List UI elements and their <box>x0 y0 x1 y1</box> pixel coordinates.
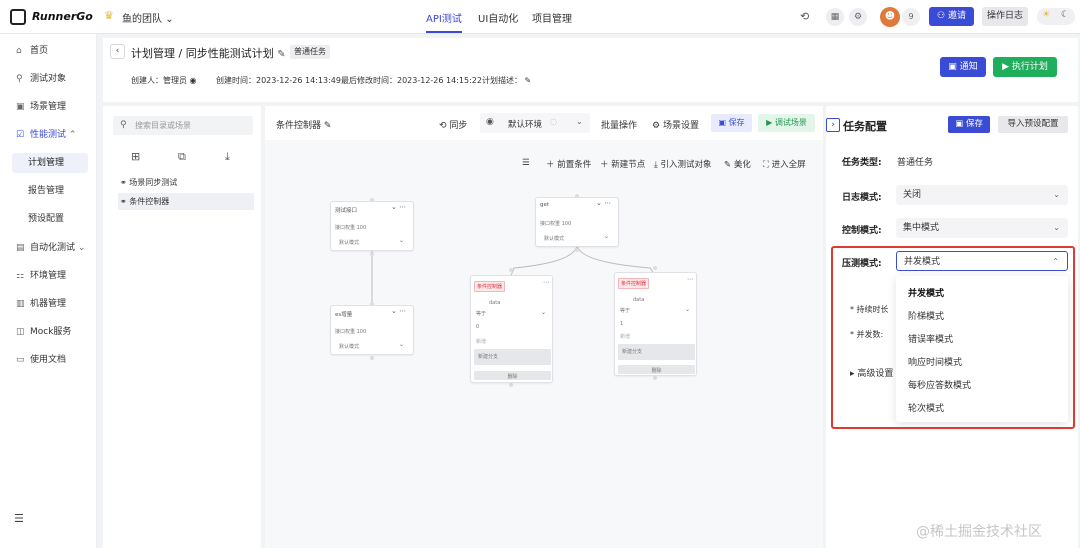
chevron-down-icon[interactable]: ⌄ ⋯ <box>391 203 406 211</box>
chevron-down-icon: ⌄ <box>1053 223 1060 232</box>
node-weight: 接口权重 100 <box>335 329 367 335</box>
save-icon: ▣ <box>955 119 964 129</box>
config-save-button[interactable]: ▣ 保存 <box>948 116 990 133</box>
condition-tag: 条件控制器 <box>474 281 506 292</box>
chevron-down-icon: ⌄ <box>399 341 405 348</box>
delete-button[interactable]: 删除 <box>618 365 695 374</box>
condition-node[interactable]: 条件控制器 ⋯ data 等于 ⌄ 1 新增 新建分支 删除 <box>614 272 697 376</box>
collapse-panel-icon[interactable]: › <box>826 118 840 132</box>
condition-var: data <box>489 300 501 306</box>
node-weight: 接口权重 100 <box>335 225 367 231</box>
node-mode[interactable]: 默认模式 <box>544 235 564 242</box>
log-mode-select[interactable]: 关闭 ⌄ <box>896 185 1068 205</box>
chevron-down-icon: ⌄ <box>1053 190 1060 199</box>
import-preset-button[interactable]: 导入预设配置 <box>998 116 1068 133</box>
panel-title: 任务配置 <box>843 120 887 133</box>
node-mode[interactable]: 默认模式 <box>339 343 359 350</box>
chevron-down-icon: ⌄ <box>541 309 547 316</box>
task-type-value: 普通任务 <box>897 158 934 168</box>
control-mode-label: 控制模式: <box>842 226 882 236</box>
new-branch-button[interactable]: 新建分支 <box>474 349 551 365</box>
delete-button[interactable]: 删除 <box>474 371 551 380</box>
node-mode[interactable]: 默认模式 <box>339 239 359 246</box>
node-title: 测试接口 <box>335 208 358 214</box>
task-type-label: 任务类型: <box>842 158 882 168</box>
condition-operator[interactable]: 等于 <box>476 310 486 317</box>
chevron-down-icon[interactable]: ⌄ ⋯ <box>596 199 611 207</box>
api-node[interactable]: es增量 ⌄ ⋯ 接口权重 100 默认模式 ⌄ <box>330 305 414 355</box>
new-branch-button[interactable]: 新建分支 <box>618 344 695 360</box>
condition-operator[interactable]: 等于 <box>620 307 630 314</box>
condition-tag: 条件控制器 <box>618 278 650 289</box>
control-mode-select[interactable]: 集中模式 ⌄ <box>896 218 1068 238</box>
chevron-down-icon: ⌄ <box>399 237 405 244</box>
api-node[interactable]: 测试接口 ⌄ ⋯ 接口权重 100 默认模式 ⌄ <box>330 201 414 251</box>
node-weight: 接口权重 100 <box>540 221 572 227</box>
condition-value: 0 <box>476 324 480 330</box>
chevron-down-icon: ⌄ <box>604 233 610 240</box>
condition-node[interactable]: 条件控制器 ⋯ data 等于 ⌄ 0 新增 新建分支 删除 <box>470 275 553 383</box>
highlight-box <box>831 246 1075 429</box>
condition-var: data <box>633 297 645 303</box>
api-node[interactable]: get ⌄ ⋯ 接口权重 100 默认模式 ⌄ <box>535 197 619 247</box>
add-label: 新增 <box>476 339 487 345</box>
chevron-down-icon: ⌄ <box>685 306 691 313</box>
more-icon[interactable]: ⋯ <box>543 279 549 286</box>
chevron-down-icon[interactable]: ⌄ ⋯ <box>391 307 406 315</box>
add-label: 新增 <box>620 334 631 340</box>
more-icon[interactable]: ⋯ <box>687 276 693 283</box>
node-title: es增量 <box>335 312 353 318</box>
log-mode-label: 日志模式: <box>842 193 882 203</box>
condition-value: 1 <box>620 321 624 327</box>
node-title: get <box>540 202 550 208</box>
watermark: @稀土掘金技术社区 <box>916 524 1042 540</box>
